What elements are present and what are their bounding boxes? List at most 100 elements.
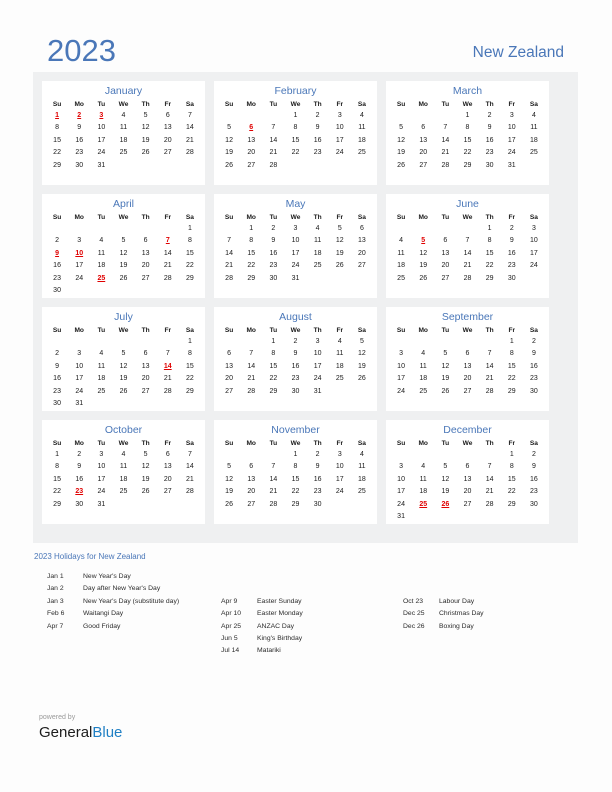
day-cell: 26 <box>119 387 128 395</box>
month-day-grid: Su Mo Tu We Th Fr Sa 1 2 3 4 5 6 7 8 9 10 11 12 13 14 15 16 17 1… <box>218 212 373 285</box>
weekday-header-sa: Sa <box>529 440 538 447</box>
day-cell: 17 <box>75 262 84 270</box>
day-cell-empty <box>351 273 373 285</box>
weekday-header-row: Su Mo Tu We Th Fr Sa <box>390 438 545 449</box>
weekday-header-mo: Mo <box>74 214 84 221</box>
day-cell-empty <box>390 336 412 348</box>
week-row: 25 26 27 28 29 30 <box>390 273 545 285</box>
month-day-grid: Su Mo Tu We Th Fr Sa 1 2 3 4 5 6 7 8 9 10 11 12 13 14 15 16 17 1… <box>390 99 545 172</box>
day-cell: 10 <box>97 463 106 471</box>
week-row: 30 <box>46 285 201 297</box>
day-cell: 9 <box>315 124 320 132</box>
weekday-header-we: We <box>462 101 473 108</box>
day-cell: 25 <box>419 387 428 395</box>
week-row: 8 9 10 11 12 13 14 <box>46 122 201 134</box>
day-cell: 26 <box>141 488 150 496</box>
day-cell-empty <box>135 160 157 172</box>
day-cell: 20 <box>463 375 472 383</box>
day-cell: 26 <box>335 262 344 270</box>
weekday-header-we: We <box>290 101 301 108</box>
holiday-date: Jan 1 <box>47 573 64 580</box>
day-cell: 24 <box>291 262 300 270</box>
week-row: 15 16 17 18 19 20 21 <box>46 474 201 486</box>
month-title: March <box>452 85 483 97</box>
day-cell: 11 <box>419 362 427 370</box>
day-cell-empty <box>434 110 456 122</box>
day-cell: 24 <box>397 387 405 395</box>
day-cell-holiday: 3 <box>99 112 104 119</box>
day-cell: 28 <box>163 387 172 395</box>
weekday-header-su: Su <box>224 327 234 334</box>
day-cell: 25 <box>358 149 366 157</box>
day-cell: 5 <box>121 237 126 245</box>
day-cell: 28 <box>225 274 233 282</box>
day-cell: 8 <box>465 124 470 132</box>
day-cell-empty <box>112 160 134 172</box>
day-cell: 15 <box>291 136 300 144</box>
day-cell-empty <box>412 110 434 122</box>
weekday-header-tu: Tu <box>97 214 106 221</box>
month-day-grid: Su Mo Tu We Th Fr Sa 1 2 3 4 5 6 7 8 9 10 11 12 13 14 15 16 17 1… <box>218 438 373 511</box>
day-cell-empty <box>135 398 157 410</box>
day-cell-empty <box>112 336 134 348</box>
week-row: 13 14 15 16 17 18 19 <box>218 361 373 373</box>
day-cell: 3 <box>77 237 82 245</box>
holiday-name: King's Birthday <box>257 634 303 642</box>
day-cell: 20 <box>163 136 172 144</box>
day-cell: 30 <box>507 274 516 282</box>
weekday-header-row: Su Mo Tu We Th Fr Sa <box>218 438 373 449</box>
day-cell: 23 <box>530 488 538 496</box>
weekday-header-tu: Tu <box>97 101 106 108</box>
holiday-date: Oct 23 <box>403 597 424 605</box>
week-row: 5 6 7 8 9 10 11 <box>218 122 373 134</box>
weekday-header-th: Th <box>485 440 494 447</box>
day-cell: 15 <box>186 362 194 370</box>
day-cell: 5 <box>443 463 448 471</box>
month-title: November <box>271 424 320 436</box>
day-cell: 17 <box>97 475 106 483</box>
day-cell: 24 <box>97 488 106 496</box>
day-cell: 31 <box>97 500 106 508</box>
holiday-list-item: Jan 1 New Year's Day <box>47 571 237 583</box>
day-cell: 18 <box>335 362 344 370</box>
day-cell: 2 <box>55 350 60 358</box>
day-cell-empty <box>112 398 134 410</box>
day-cell-empty <box>90 223 112 235</box>
day-cell: 24 <box>335 488 344 496</box>
day-cell: 17 <box>75 375 84 383</box>
month-title: December <box>443 424 492 436</box>
weekday-header-we: We <box>118 101 129 108</box>
day-cell: 4 <box>99 350 104 358</box>
day-cell-empty <box>218 110 240 122</box>
day-cell: 26 <box>225 500 233 508</box>
day-cell: 6 <box>249 463 254 471</box>
day-cell: 22 <box>53 488 61 496</box>
day-cell-empty <box>240 336 262 348</box>
day-cell-empty <box>412 449 434 461</box>
week-row: 3 4 5 6 7 8 9 <box>390 461 545 473</box>
brand-name-general: General <box>39 724 93 741</box>
holidays-columns: Jan 1 New Year's Day Jan 2 Day after New Ye… <box>33 571 579 661</box>
day-cell: 29 <box>186 274 194 282</box>
day-cell: 11 <box>358 463 366 471</box>
holiday-list-item: Jul 14 Matariki <box>221 645 411 657</box>
day-cell: 12 <box>119 362 128 370</box>
week-row: 22 23 24 25 26 27 28 <box>46 486 201 498</box>
weekday-header-th: Th <box>141 440 150 447</box>
day-cell: 31 <box>397 513 405 521</box>
day-cell: 22 <box>291 149 300 157</box>
weekday-header-su: Su <box>396 101 406 108</box>
weekday-header-we: We <box>290 440 301 447</box>
week-row: 17 18 19 20 21 22 23 <box>390 486 545 498</box>
day-cell: 7 <box>227 237 232 245</box>
day-cell-empty <box>412 336 434 348</box>
day-cell: 19 <box>141 136 150 144</box>
day-cell: 13 <box>441 249 450 257</box>
week-row: 3 4 5 6 7 8 9 <box>390 348 545 360</box>
day-cell: 18 <box>419 375 428 383</box>
holiday-name: ANZAC Day <box>257 622 295 630</box>
day-cell: 19 <box>397 149 405 157</box>
weekday-header-row: Su Mo Tu We Th Fr Sa <box>218 212 373 223</box>
week-row: 9 10 11 12 13 14 15 <box>46 361 201 373</box>
day-cell: 11 <box>119 463 128 471</box>
